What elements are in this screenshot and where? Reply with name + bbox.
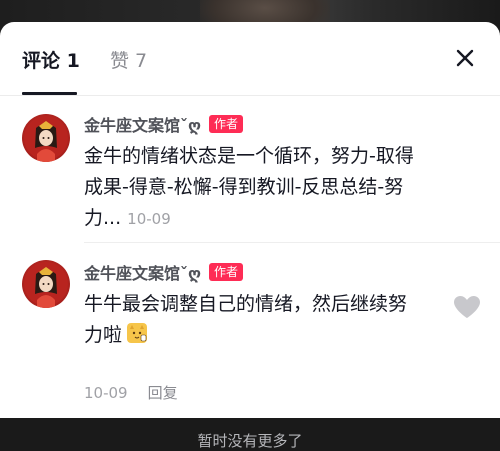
comment-username[interactable]: 金牛座文案馆ˇღ <box>84 116 201 135</box>
comment-meta-row: 10-09 回复 <box>84 382 178 403</box>
like-button[interactable] <box>453 295 481 319</box>
close-button[interactable] <box>452 45 478 71</box>
tab-likes[interactable]: 赞 7 <box>110 49 147 73</box>
tab-bar: 评论 1 赞 7 <box>0 22 500 96</box>
avatar-figure-icon <box>24 116 68 162</box>
comment-header: 金牛座文案馆ˇღ 作者 <box>84 112 244 135</box>
comment-divider <box>84 242 500 243</box>
avatar-figure-icon <box>24 262 68 308</box>
close-icon <box>456 49 474 67</box>
author-badge: 作者 <box>209 115 244 133</box>
no-more-hint: 暂时没有更多了 <box>197 432 303 450</box>
reply-button[interactable]: 回复 <box>148 384 178 402</box>
avatar[interactable] <box>22 114 70 162</box>
comment-header: 金牛座文案馆ˇღ 作者 <box>84 260 244 283</box>
comment-time: 10-09 <box>127 210 171 228</box>
author-badge: 作者 <box>209 263 244 281</box>
comment-body: 金牛的情绪状态是一个循环，努力-取得成果-得意-松懈-得到教训-反思总结-努力.… <box>84 141 429 235</box>
comment-username[interactable]: 金牛座文案馆ˇღ <box>84 264 201 283</box>
avatar[interactable] <box>22 260 70 308</box>
header-divider <box>0 95 500 96</box>
tab-comments[interactable]: 评论 1 <box>22 49 80 73</box>
comment-body: 牛牛最会调整自己的情绪，然后继续努力啦 <box>84 289 424 351</box>
heart-icon <box>454 296 480 318</box>
cat-thumbs-up-emoji-icon <box>126 322 148 344</box>
comment-time: 10-09 <box>84 384 128 402</box>
comment-sheet: 评论 1 赞 7 金牛座文案馆ˇღ 作者 金牛的情绪状态是一个循环，努力-取得成… <box>0 22 500 450</box>
